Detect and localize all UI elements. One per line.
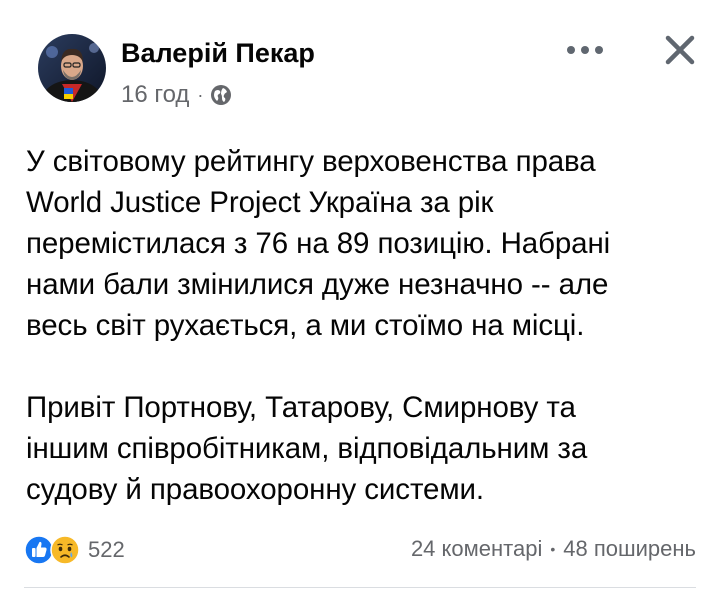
avatar-image [38, 34, 106, 102]
shares-count-link[interactable]: 48 поширень [563, 536, 696, 562]
post-timestamp[interactable]: 16 год [121, 81, 189, 109]
globe-icon[interactable] [210, 84, 232, 106]
text-line: іншим співробітникам, відповідальним за [26, 432, 588, 465]
meta-separator: · [197, 84, 204, 105]
text-line: нами бали змінилися дуже незначно -- але [26, 268, 609, 301]
text-line: судову й правоохоронну системи. [26, 473, 484, 506]
text-line: весь світ рухається, а ми стоїмо на місц… [26, 309, 585, 342]
post-meta: 16 год · [121, 80, 232, 110]
text-line: Привіт Портнову, Татарову, Смирнову та [26, 391, 576, 424]
more-options-button[interactable] [560, 30, 610, 70]
text-line: перемістилася з 76 на 89 позицію. Набран… [26, 227, 611, 260]
comments-count-link[interactable]: 24 коментарі [411, 536, 542, 562]
text-line: World Justice Project Україна за рік [26, 186, 494, 219]
reactions-summary[interactable]: 522 [24, 532, 125, 568]
close-button[interactable] [656, 26, 704, 74]
post-header: Валерій Пекар 16 год · [0, 0, 720, 130]
reaction-count: 522 [88, 537, 125, 562]
more-horizontal-icon [567, 46, 603, 54]
sad-icon [50, 535, 80, 565]
post-footer: 522 24 коментарі • 48 поширень [0, 528, 720, 572]
stats-separator: • [550, 541, 556, 557]
close-icon [665, 35, 695, 65]
text-line: У світовому рейтингу верховенства права [26, 145, 596, 178]
author-avatar[interactable] [38, 34, 106, 102]
engagement-stats: 24 коментарі • 48 поширень [411, 536, 696, 562]
post-text: У світовому рейтингу верховенства права … [26, 141, 706, 510]
author-name[interactable]: Валерій Пекар [121, 38, 315, 69]
footer-divider [24, 587, 696, 588]
post-card: Валерій Пекар 16 год · У світовому рейти… [0, 0, 720, 592]
